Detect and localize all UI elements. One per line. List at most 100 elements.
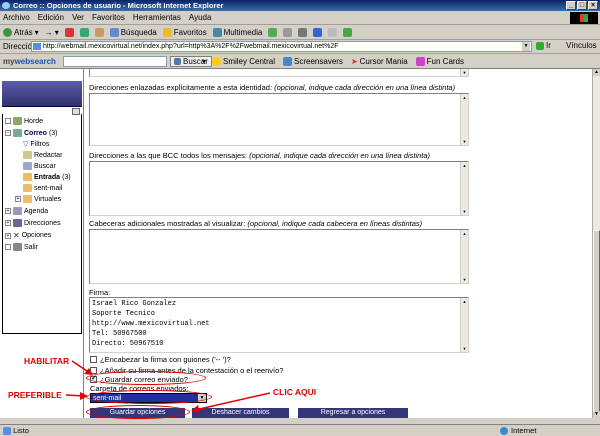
signature-textarea[interactable]: Israel Rico Gonzalez Soporte Tecnico http:… (89, 297, 469, 353)
menu-archivo[interactable]: Archivo (3, 13, 30, 22)
extra-headers-textarea[interactable]: ▲ ▼ (89, 229, 469, 284)
options-form: ▼ Direcciones enlazadas explícitamente a… (84, 69, 592, 418)
stop-icon[interactable] (64, 27, 74, 37)
dashes-label: ¿Encabezar la firma con guiones ('-- ')? (100, 355, 231, 364)
inbox-icon (23, 173, 32, 181)
agenda-label: Agenda (24, 207, 49, 215)
menu-herramientas[interactable]: Herramientas (133, 13, 181, 22)
back-to-options-button[interactable]: Regresar a opciones (298, 408, 408, 418)
tree-item-buscar[interactable]: Buscar (23, 162, 56, 170)
discuss-icon[interactable] (328, 27, 338, 37)
menu-ver[interactable]: Ver (72, 13, 84, 22)
expand-icon: + (5, 220, 11, 226)
scroll-thumb[interactable] (593, 230, 600, 416)
history-icon[interactable] (268, 27, 278, 37)
tree-item-horde[interactable]: Horde (5, 117, 43, 125)
cursor-mania-link[interactable]: ➤ Cursor Mania (351, 57, 408, 66)
mywebsearch-logo: mywebsearch (3, 57, 56, 66)
tree-leaf-icon (5, 118, 11, 124)
minimize-button[interactable]: _ (566, 1, 576, 10)
links-button[interactable]: Vínculos (566, 41, 597, 50)
mail-folder-icon (13, 129, 22, 137)
dashes-checkbox[interactable] (90, 356, 97, 363)
salir-label: Salir (24, 243, 39, 251)
tree-item-opciones[interactable]: + ✕ Opciones (5, 231, 51, 240)
undo-changes-button[interactable]: Deshacer cambios (192, 408, 289, 418)
websearch-dropdown-icon[interactable]: ▾ (202, 57, 206, 66)
tree-item-sent-mail[interactable]: sent-mail (23, 184, 62, 192)
page-scrollbar[interactable]: ▲ ▼ (592, 69, 600, 418)
highlight-sent-folder (86, 390, 212, 404)
favorites-label: Favoritos (173, 27, 207, 37)
menu-favoritos[interactable]: Favoritos (92, 13, 125, 22)
page-icon (33, 43, 41, 50)
signature-line: Soporte Tecnico (92, 310, 156, 318)
tree-item-virtuales[interactable]: + Virtuales (15, 195, 61, 203)
go-arrow-icon (536, 41, 544, 50)
signature-label: Firma: (89, 288, 111, 297)
tree-item-agenda[interactable]: + Agenda (5, 207, 48, 215)
multimedia-button[interactable]: Multimedia (212, 27, 262, 37)
close-button[interactable]: × (588, 1, 598, 10)
tree-item-filtros[interactable]: ▽ Filtros (23, 140, 49, 149)
highlight-save-sent (86, 371, 206, 385)
search-button[interactable]: Búsqueda (109, 27, 157, 37)
menu-bar: Archivo Edición Ver Favoritos Herramient… (0, 11, 600, 25)
forward-button[interactable]: → ▾ (45, 28, 59, 37)
collapse-icon: − (5, 130, 11, 136)
tree-item-redactar[interactable]: Redactar (23, 151, 62, 159)
magnifier-icon (174, 58, 181, 65)
options-tools-icon: ✕ (13, 231, 20, 240)
horde-label: Horde (24, 117, 44, 125)
linked-addresses-textarea[interactable]: ▲ ▼ (89, 93, 469, 146)
tree-item-correo[interactable]: − Correo (3) (5, 129, 58, 137)
bcc-addresses-label: Direcciones a las que BCC todos los mens… (89, 151, 431, 160)
forward-arrow-icon: → (44, 27, 53, 37)
menu-ayuda[interactable]: Ayuda (189, 13, 212, 22)
search-mail-icon (23, 162, 32, 170)
scroll-down-icon[interactable]: ▼ (593, 411, 600, 418)
home-icon[interactable] (94, 27, 104, 37)
address-dropdown-icon[interactable]: ▼ (522, 42, 530, 51)
websearch-input[interactable] (63, 56, 167, 67)
smiley-icon (212, 57, 221, 66)
tree-item-direcciones[interactable]: + Direcciones (5, 219, 61, 227)
scroll-up-icon[interactable]: ▲ (593, 69, 600, 76)
annotation-preferible: PREFERIBLE (8, 390, 62, 400)
annotation-clic-aqui: CLIC AQUI (273, 387, 317, 397)
window-title-bar: Correo :: Opciones de usuario - Microsof… (0, 0, 600, 11)
bcc-addresses-textarea[interactable]: ▲ ▼ (89, 161, 469, 216)
maximize-button[interactable]: □ (577, 1, 587, 10)
window-title: Correo :: Opciones de usuario - Microsof… (13, 1, 224, 10)
multimedia-icon (212, 27, 222, 37)
tree-item-salir[interactable]: Salir (5, 243, 38, 251)
favorites-button[interactable]: Favoritos (162, 27, 207, 37)
go-label: Ir (546, 41, 551, 50)
ie-toolbar: Atrás ▾ → ▾ Búsqueda Favoritos Multimedi… (0, 25, 600, 40)
expand-icon: + (15, 196, 21, 202)
signature-line: Directo: 50967510 (92, 340, 164, 348)
smiley-central-link[interactable]: Smiley Central (212, 57, 275, 66)
go-button[interactable]: Ir (536, 41, 551, 50)
print-icon[interactable] (298, 27, 308, 37)
screensavers-link[interactable]: Screensavers (283, 57, 343, 66)
filter-icon: ▽ (23, 141, 29, 148)
back-button[interactable]: Atrás ▾ (3, 27, 39, 37)
fun-cards-link[interactable]: Fun Cards (415, 57, 464, 66)
menu-edicion[interactable]: Edición (38, 13, 64, 22)
internet-globe-icon (500, 426, 508, 435)
tree-item-entrada[interactable]: Entrada (3) (23, 173, 71, 181)
previous-textarea[interactable]: ▼ (89, 69, 469, 77)
messenger-icon[interactable] (343, 27, 353, 37)
page-done-icon (3, 427, 11, 435)
signature-before-checkbox[interactable] (90, 367, 97, 374)
edit-icon[interactable] (313, 27, 323, 37)
calendar-icon (13, 207, 22, 215)
address-input[interactable]: http://webmail.mexicovirtual.net/index.p… (31, 41, 532, 52)
mail-icon[interactable] (283, 27, 293, 37)
address-url: http://webmail.mexicovirtual.net/index.p… (43, 43, 339, 50)
signature-line: Tel: 50967500 (92, 330, 147, 338)
refresh-icon[interactable] (79, 27, 89, 37)
navigation-tree: Horde − Correo (3) ▽ Filtros Redactar Busc… (2, 114, 82, 334)
search-label: Búsqueda (120, 27, 157, 37)
